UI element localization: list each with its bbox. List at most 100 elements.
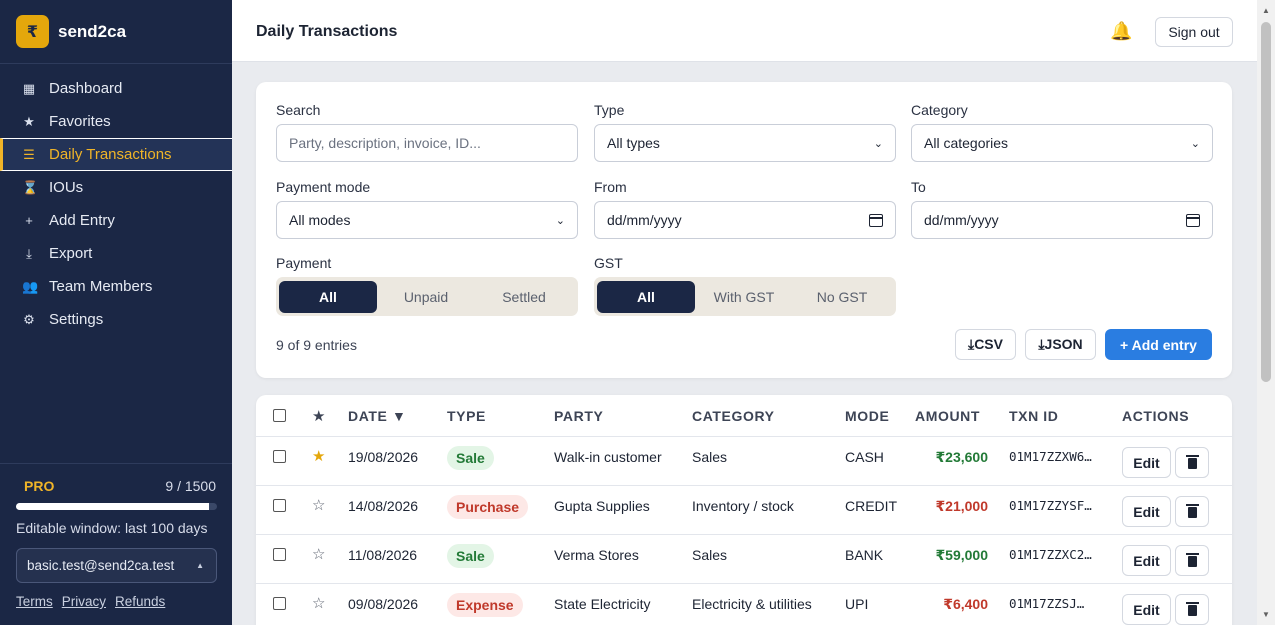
row-txn-id: 01M17ZZXW6… [1009, 449, 1092, 464]
export-json-button[interactable]: ⤓JSON [1025, 329, 1096, 360]
brand[interactable]: ₹ send2ca [0, 0, 232, 64]
category-field: Category All categories ⌄ [911, 102, 1213, 162]
from-label: From [594, 179, 627, 195]
row-mode: CREDIT [845, 498, 898, 514]
txn-id-column-header: TXN ID [1009, 408, 1059, 424]
row-date: 14/08/2026 [348, 498, 419, 514]
table-row[interactable]: ☆ 11/08/2026 Sale Verma Stores Sales BANK ₹59,… [256, 535, 1232, 584]
type-select[interactable]: All types ⌄ [594, 124, 896, 162]
payment-option-settled[interactable]: Settled [475, 281, 573, 313]
table-row[interactable]: ☆ 14/08/2026 Purchase Gupta Supplies Invento… [256, 486, 1232, 535]
from-date-field: From dd/mm/yyyy [594, 179, 896, 239]
to-label: To [911, 179, 926, 195]
to-date-input[interactable]: dd/mm/yyyy [911, 201, 1213, 239]
edit-button[interactable]: Edit [1122, 594, 1171, 625]
favorite-star-icon[interactable]: ☆ [312, 496, 325, 514]
scroll-down-icon[interactable]: ▼ [1262, 610, 1270, 619]
category-select[interactable]: All categories ⌄ [911, 124, 1213, 162]
search-field: Search Party, description, invoice, ID..… [276, 102, 578, 162]
row-checkbox[interactable] [273, 450, 286, 463]
sidebar-item-daily-transactions[interactable]: ☰ Daily Transactions [0, 138, 232, 171]
sidebar-item-export[interactable]: ⤓ Export [0, 237, 232, 270]
payment-option-all[interactable]: All [279, 280, 377, 313]
delete-button[interactable] [1175, 496, 1209, 527]
caret-up-icon: ▲ [196, 561, 204, 570]
scroll-thumb[interactable] [1261, 22, 1271, 382]
sidebar-item-settings[interactable]: ⚙ Settings [0, 303, 232, 336]
sidebar-item-dashboard[interactable]: ▦ Dashboard [0, 72, 232, 105]
calendar-icon[interactable] [1186, 213, 1200, 227]
table-row[interactable]: ★ 19/08/2026 Sale Walk-in customer Sales CASH… [256, 437, 1232, 486]
calendar-icon[interactable] [869, 213, 883, 227]
plan-name: PRO [24, 478, 55, 494]
type-column-header: TYPE [447, 408, 486, 424]
delete-button[interactable] [1175, 545, 1209, 576]
privacy-link[interactable]: Privacy [62, 594, 106, 609]
payment-mode-select[interactable]: All modes ⌄ [276, 201, 578, 239]
to-date-value: dd/mm/yyyy [924, 212, 999, 228]
download-icon: ⤓ [26, 245, 32, 261]
bell-icon[interactable]: 🔔 [1110, 21, 1132, 42]
terms-link[interactable]: Terms [16, 594, 53, 609]
row-checkbox[interactable] [273, 499, 286, 512]
category-label: Category [911, 102, 968, 118]
row-category: Electricity & utilities [692, 596, 812, 612]
sidebar-item-label: Team Members [49, 278, 153, 295]
sidebar-item-add-entry[interactable]: + Add Entry [0, 204, 232, 237]
date-column-header[interactable]: DATE ▼ [348, 408, 406, 424]
category-column-header: CATEGORY [692, 408, 775, 424]
page-scrollbar[interactable]: ▲ ▼ [1257, 0, 1275, 625]
sidebar-item-label: Settings [49, 311, 104, 328]
sidebar-item-favorites[interactable]: ★ Favorites [0, 105, 232, 138]
row-checkbox[interactable] [273, 597, 286, 610]
sidebar-item-team-members[interactable]: 👥 Team Members [0, 270, 232, 303]
sidebar-item-label: Add Entry [49, 212, 115, 229]
edit-button[interactable]: Edit [1122, 496, 1171, 527]
from-date-input[interactable]: dd/mm/yyyy [594, 201, 896, 239]
sidebar-item-ious[interactable]: ⌛ IOUs [0, 171, 232, 204]
payment-filter: Payment All Unpaid Settled [276, 255, 578, 316]
refunds-link[interactable]: Refunds [115, 594, 165, 609]
select-all-checkbox[interactable] [273, 409, 286, 422]
edit-button[interactable]: Edit [1122, 545, 1171, 576]
plan-row: PRO 9 / 1500 [24, 478, 216, 494]
account-menu[interactable]: basic.test@send2ca.test ▲ [16, 548, 217, 583]
team-icon: 👥 [22, 278, 39, 294]
edit-button[interactable]: Edit [1122, 447, 1171, 478]
export-csv-button[interactable]: ⤓CSV [955, 329, 1016, 360]
gst-filter: GST All With GST No GST [594, 255, 896, 316]
chevron-down-icon: ⌄ [873, 137, 883, 150]
row-checkbox[interactable] [273, 548, 286, 561]
list-icon: ☰ [23, 146, 35, 162]
footer-links: Terms Privacy Refunds [16, 594, 216, 609]
type-field: Type All types ⌄ [594, 102, 896, 162]
payment-segmented-control: All Unpaid Settled [276, 277, 578, 316]
search-input[interactable]: Party, description, invoice, ID... [276, 124, 578, 162]
trash-icon [1185, 602, 1199, 616]
scroll-up-icon[interactable]: ▲ [1262, 6, 1270, 15]
sign-out-button[interactable]: Sign out [1155, 17, 1233, 47]
favorite-star-icon[interactable]: ☆ [312, 545, 325, 563]
brand-name: send2ca [58, 21, 127, 41]
filter-panel: Search Party, description, invoice, ID..… [256, 82, 1232, 378]
entries-count: 9 of 9 entries [276, 337, 357, 353]
top-header: Daily Transactions 🔔 Sign out [232, 0, 1257, 62]
gst-option-all[interactable]: All [597, 280, 695, 313]
type-select-value: All types [607, 135, 660, 151]
payment-option-unpaid[interactable]: Unpaid [377, 281, 475, 313]
delete-button[interactable] [1175, 447, 1209, 478]
add-entry-button[interactable]: + Add entry [1105, 329, 1212, 360]
row-date: 11/08/2026 [348, 547, 418, 563]
row-category: Sales [692, 449, 728, 465]
table-row[interactable]: ☆ 09/08/2026 Expense State Electricity Elect… [256, 584, 1232, 625]
delete-button[interactable] [1175, 594, 1209, 625]
star-icon: ★ [23, 113, 35, 129]
gst-option-no-gst[interactable]: No GST [793, 281, 891, 313]
row-amount: ₹59,000 [935, 547, 988, 563]
trash-icon [1185, 455, 1199, 469]
plus-icon: + [25, 213, 33, 228]
transactions-table: ★ DATE ▼ TYPE PARTY CATEGORY MODE AMOUNT… [256, 395, 1232, 625]
favorite-star-icon[interactable]: ★ [312, 447, 325, 465]
gst-option-with-gst[interactable]: With GST [695, 281, 793, 313]
favorite-star-icon[interactable]: ☆ [312, 594, 325, 612]
